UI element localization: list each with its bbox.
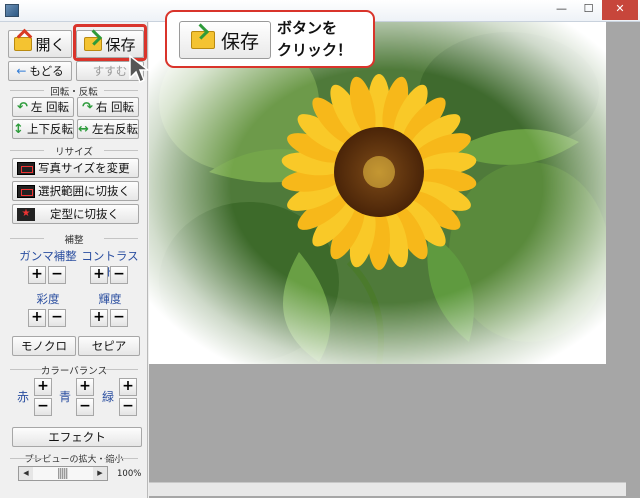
undo-button-label: もどる <box>29 64 64 78</box>
arrow-left-icon: ← <box>16 64 27 78</box>
brightness-label: 輝度 <box>98 292 122 306</box>
zoom-slider-thumb[interactable] <box>58 468 68 479</box>
photo-size-icon <box>17 161 35 175</box>
rotate-right-button[interactable]: ↷ 右 回転 <box>77 97 139 117</box>
zoom-value: 100% <box>117 469 142 479</box>
callout-save-button: 保存 <box>179 21 271 59</box>
zoom-decrease-icon[interactable]: ◀ <box>19 467 33 480</box>
blue-minus-button[interactable]: − <box>76 398 94 416</box>
red-minus-button[interactable]: − <box>34 398 52 416</box>
rotate-right-label: 右 回転 <box>95 100 135 114</box>
sunflower-photo <box>149 22 606 364</box>
change-size-button[interactable]: 写真サイズを変更 <box>12 158 139 178</box>
blue-label: 青 <box>59 390 72 404</box>
effect-button[interactable]: エフェクト <box>12 427 142 447</box>
red-label: 赤 <box>17 390 30 404</box>
horizontal-scrollbar[interactable] <box>149 482 626 496</box>
flip-vertical-label: 上下反転 <box>26 122 73 136</box>
crop-shape-button[interactable]: ★ 定型に切抜く <box>12 204 139 224</box>
green-plus-button[interactable]: + <box>119 378 137 396</box>
callout-save-label: 保存 <box>220 30 259 53</box>
saturation-minus-button[interactable]: − <box>48 309 66 327</box>
change-size-label: 写真サイズを変更 <box>38 161 130 175</box>
gamma-minus-button[interactable]: − <box>48 266 66 284</box>
open-button-label: 開く <box>35 35 66 54</box>
gamma-label: ガンマ補整 <box>19 249 77 263</box>
callout-text-line1: ボタンを <box>277 19 338 37</box>
app-icon <box>5 4 19 17</box>
rotate-left-label: 左 回転 <box>30 100 70 114</box>
saturation-label: 彩度 <box>36 292 60 306</box>
callout-text-line2: クリック！ <box>277 41 353 59</box>
mouse-cursor-icon <box>129 54 150 84</box>
brightness-plus-button[interactable]: + <box>90 309 108 327</box>
crop-selection-icon <box>17 184 35 198</box>
color-balance-legend: カラーバランス <box>0 363 148 377</box>
crop-selection-label: 選択範囲に切抜く <box>38 184 130 198</box>
zoom-increase-icon[interactable]: ▶ <box>93 467 107 480</box>
red-plus-button[interactable]: + <box>34 378 52 396</box>
crop-shape-label: 定型に切抜く <box>50 207 119 221</box>
contrast-plus-button[interactable]: + <box>90 266 108 284</box>
blue-plus-button[interactable]: + <box>76 378 94 396</box>
resize-legend: リサイズ <box>0 144 148 158</box>
callout-text: ボタンを クリック！ <box>277 17 352 61</box>
flip-horizontal-button[interactable]: ↔ 左右反転 <box>77 119 139 139</box>
contrast-minus-button[interactable]: − <box>110 266 128 284</box>
open-folder-icon <box>14 37 33 51</box>
star-shape-icon: ★ <box>17 207 35 221</box>
callout-save-icon <box>190 31 215 49</box>
correction-legend: 補整 <box>0 232 148 246</box>
zoom-slider[interactable]: ◀ ▶ <box>18 466 108 481</box>
maximize-button[interactable]: ☐ <box>575 0 602 20</box>
saturation-plus-button[interactable]: + <box>28 309 46 327</box>
crop-selection-button[interactable]: 選択範囲に切抜く <box>12 181 139 201</box>
flip-vertical-button[interactable]: ↕ 上下反転 <box>12 119 74 139</box>
undo-button[interactable]: ← もどる <box>8 61 72 81</box>
flip-vertical-icon: ↕ <box>13 121 24 137</box>
instruction-callout: 保存 ボタンを クリック！ <box>165 10 375 68</box>
rotate-right-icon: ↷ <box>81 99 93 115</box>
preview-zoom-legend: プレビューの拡大・縮小 <box>0 452 148 465</box>
gamma-plus-button[interactable]: + <box>28 266 46 284</box>
open-button[interactable]: 開く <box>8 30 72 58</box>
flip-horizontal-label: 左右反転 <box>91 122 138 136</box>
rotate-left-button[interactable]: ↶ 左 回転 <box>12 97 74 117</box>
rotate-left-icon: ↶ <box>16 99 28 115</box>
close-button[interactable]: ✕ <box>602 0 638 20</box>
monochrome-button[interactable]: モノクロ <box>12 336 76 356</box>
green-minus-button[interactable]: − <box>119 398 137 416</box>
rotate-legend: 回転・反転 <box>0 84 148 98</box>
sepia-button[interactable]: セピア <box>78 336 140 356</box>
redo-button-label: すすむ <box>92 64 128 78</box>
green-label: 緑 <box>102 390 115 404</box>
minimize-button[interactable]: — <box>548 0 575 20</box>
brightness-minus-button[interactable]: − <box>110 309 128 327</box>
flip-horizontal-icon: ↔ <box>78 121 89 137</box>
photo-canvas[interactable] <box>149 22 606 364</box>
